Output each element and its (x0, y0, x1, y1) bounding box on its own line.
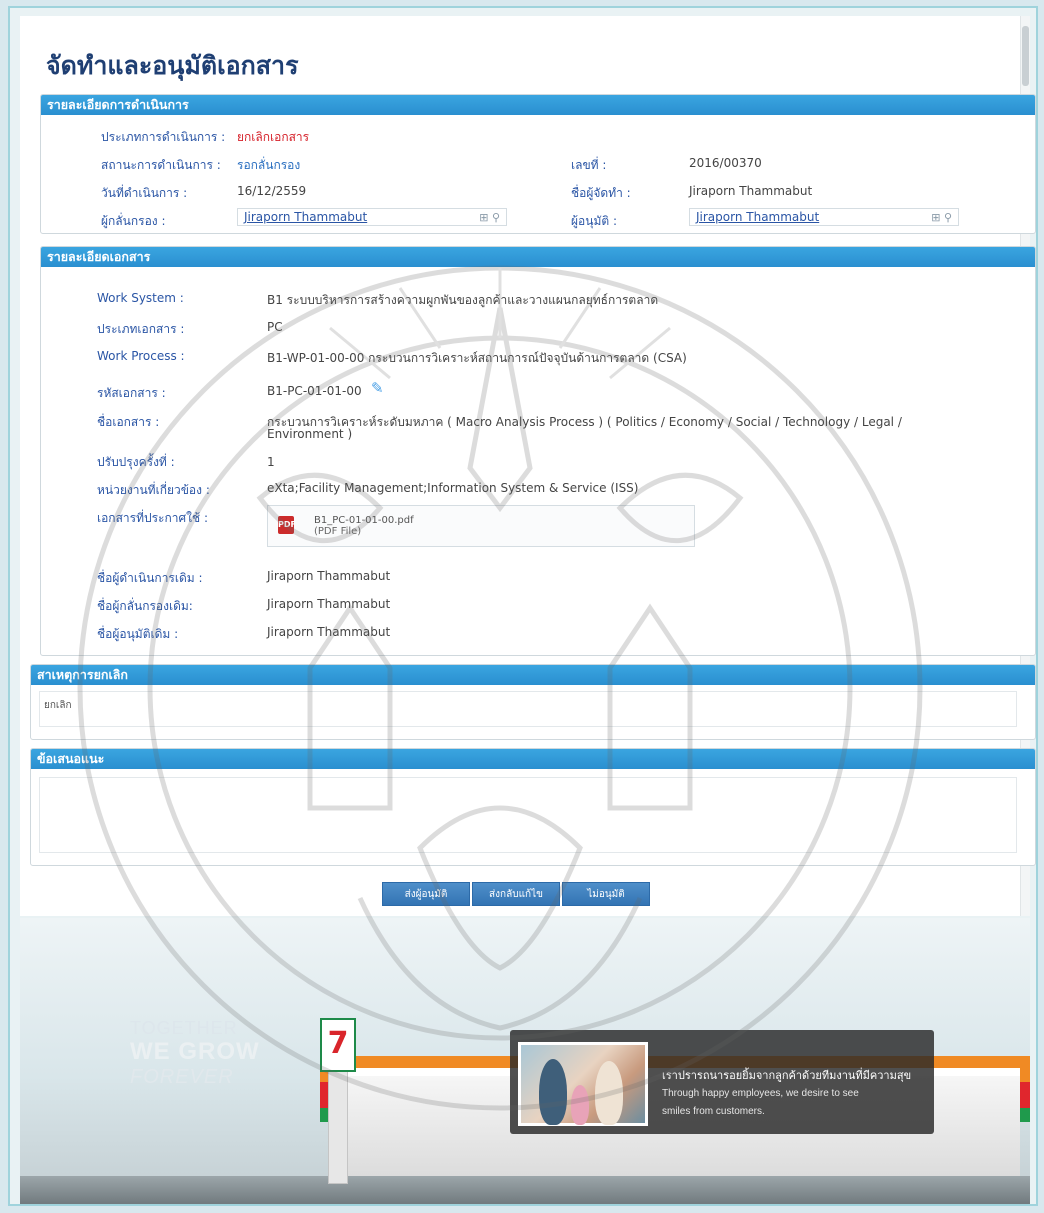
add-icon[interactable]: ⊞ (479, 211, 488, 224)
suggestion-panel: ข้อเสนอแนะ (30, 748, 1036, 866)
announced-document-label: เอกสารที่ประกาศใช้ : (97, 511, 208, 525)
document-panel: รายละเอียดเอกสาร Work System : B1 ระบบบร… (40, 246, 1036, 656)
tagline-forever: FOREVER (130, 1066, 234, 1088)
work-system-value: B1 ระบบบริหารการสร้างความผูกพันของลูกค้า… (267, 293, 659, 307)
document-panel-header: รายละเอียดเอกสาร (41, 247, 1035, 267)
file-name[interactable]: B1_PC-01-01-00.pdf (314, 515, 414, 526)
store-sign-logo: 7 (327, 1026, 349, 1061)
cancel-reason-text: ยกเลิก (44, 700, 72, 711)
announced-file-box[interactable]: PDF B1_PC-01-01-00.pdf (PDF File) (267, 505, 695, 547)
document-code-label: รหัสเอกสาร : (97, 386, 166, 400)
send-back-button[interactable]: ส่งกลับแก้ไข (472, 882, 560, 906)
original-approver-value: Jiraporn Thammabut (267, 625, 391, 639)
content-area: จัดทำและอนุมัติเอกสาร รายละเอียดการดำเนิ… (20, 16, 1036, 916)
road (20, 1176, 1030, 1204)
promo-banner: 7 TOGETHER WE GROW FOREVER เราปรารถนารอย… (20, 918, 1030, 1204)
promo-english-line-1: Through happy employees, we desire to se… (662, 1088, 859, 1099)
scrollbar-thumb[interactable] (1022, 26, 1029, 86)
suggestion-textbox[interactable] (39, 777, 1017, 853)
document-type-label: ประเภทเอกสาร : (97, 322, 185, 336)
promo-english-line-2: smiles from customers. (662, 1106, 765, 1117)
work-process-value: B1-WP-01-00-00 กระบวนการวิเคราะห์สถานการ… (267, 351, 687, 365)
document-code-value: B1-PC-01-01-00 (267, 384, 362, 398)
work-system-label: Work System : (97, 291, 184, 305)
related-units-label: หน่วยงานที่เกี่ยวข้อง : (97, 483, 210, 497)
suggestion-header: ข้อเสนอแนะ (31, 749, 1035, 769)
person-figure (595, 1061, 623, 1125)
operation-panel: รายละเอียดการดำเนินการ ประเภทการดำเนินกา… (40, 94, 1036, 234)
original-screener-label: ชื่อผู้กลั่นกรองเดิม: (97, 599, 193, 613)
tagline-together: TOGETHER (130, 1018, 238, 1038)
original-operator-label: ชื่อผู้ดำเนินการเดิม : (97, 571, 203, 585)
approver-label: ผู้อนุมัติ : (571, 214, 618, 228)
cancel-reason-panel: สาเหตุการยกเลิก ยกเลิก (30, 664, 1036, 740)
operation-type-label: ประเภทการดำเนินการ : (101, 130, 226, 144)
promo-photo (518, 1042, 648, 1126)
cancel-reason-header: สาเหตุการยกเลิก (31, 665, 1035, 685)
document-name-value-line2: Environment ) (267, 427, 353, 441)
add-icon[interactable]: ⊞ (931, 211, 940, 224)
page-frame: จัดทำและอนุมัติเอกสาร รายละเอียดการดำเนิ… (8, 6, 1038, 1206)
document-type-value: PC (267, 320, 283, 334)
creator-label: ชื่อผู้จัดทำ : (571, 186, 631, 200)
screener-lookup-field[interactable]: Jiraporn Thammabut ⊞ ⚲ (237, 208, 507, 226)
search-icon[interactable]: ⚲ (492, 211, 500, 224)
edit-pencil-icon[interactable]: ✎ (371, 379, 384, 397)
search-icon[interactable]: ⚲ (944, 211, 952, 224)
not-approve-button[interactable]: ไม่อนุมัติ (562, 882, 650, 906)
operation-type-value: ยกเลิกเอกสาร (237, 130, 310, 144)
work-process-label: Work Process : (97, 349, 185, 363)
person-figure (571, 1085, 589, 1125)
document-name-value-line1: กระบวนการวิเคราะห์ระดับมหภาค ( Macro Ana… (267, 415, 902, 429)
screener-lookup-tools: ⊞ ⚲ (479, 210, 500, 226)
document-number-label: เลขที่ : (571, 158, 607, 172)
document-number-value: 2016/00370 (689, 156, 762, 170)
screener-name[interactable]: Jiraporn Thammabut (244, 210, 367, 224)
original-approver-label: ชื่อผู้อนุมัติเดิม : (97, 627, 179, 641)
screener-label: ผู้กลั่นกรอง : (101, 214, 166, 228)
operation-status-value: รอกลั่นกรอง (237, 158, 301, 172)
operation-date-value: 16/12/2559 (237, 184, 307, 198)
cancel-reason-box[interactable]: ยกเลิก (39, 691, 1017, 727)
operation-status-label: สถานะการดำเนินการ : (101, 158, 221, 172)
approver-lookup-field[interactable]: Jiraporn Thammabut ⊞ ⚲ (689, 208, 959, 226)
approver-lookup-tools: ⊞ ⚲ (931, 210, 952, 226)
creator-value: Jiraporn Thammabut (689, 184, 813, 198)
promo-card: เราปรารถนารอยยิ้มจากลูกค้าด้วยทีมงานที่ม… (510, 1030, 934, 1134)
original-screener-value: Jiraporn Thammabut (267, 597, 391, 611)
revision-value: 1 (267, 455, 275, 469)
promo-thai-text: เราปรารถนารอยยิ้มจากลูกค้าด้วยทีมงานที่ม… (662, 1069, 912, 1082)
send-to-approver-button[interactable]: ส่งผู้อนุมัติ (382, 882, 470, 906)
document-name-label: ชื่อเอกสาร : (97, 415, 160, 429)
pdf-file-icon[interactable]: PDF (278, 516, 296, 534)
approver-name[interactable]: Jiraporn Thammabut (696, 210, 819, 224)
person-figure (539, 1059, 567, 1125)
tagline-we-grow: WE GROW (130, 1038, 260, 1065)
operation-panel-header: รายละเอียดการดำเนินการ (41, 95, 1035, 115)
page-title: จัดทำและอนุมัติเอกสาร (46, 51, 299, 80)
original-operator-value: Jiraporn Thammabut (267, 569, 391, 583)
file-type: (PDF File) (314, 526, 362, 537)
operation-date-label: วันที่ดำเนินการ : (101, 186, 188, 200)
related-units-value: eXta;Facility Management;Information Sys… (267, 481, 639, 495)
revision-label: ปรับปรุงครั้งที่ : (97, 455, 175, 469)
